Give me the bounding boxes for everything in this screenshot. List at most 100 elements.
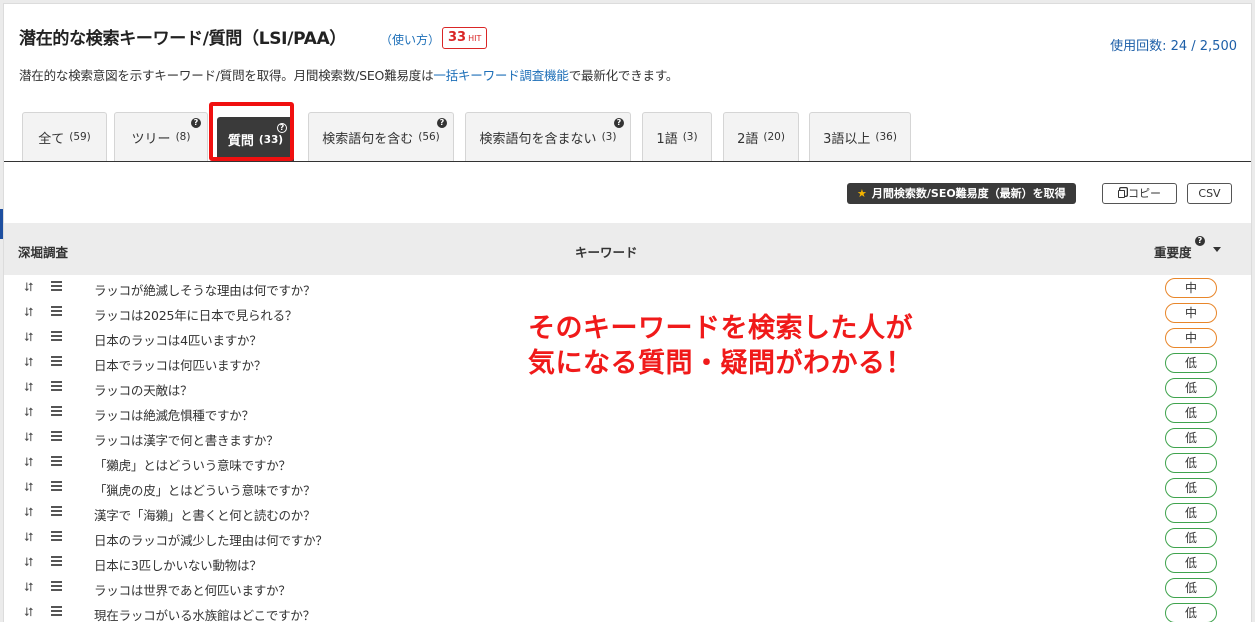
menu-icon[interactable] [51, 456, 62, 468]
tab-one-word[interactable]: 1語 (3) [642, 112, 712, 161]
keyword-text[interactable]: 日本に3匹しかいない動物は？ [94, 555, 262, 574]
retweet-icon[interactable]: ⮃ [24, 305, 34, 319]
tab-excludes-query[interactable]: 検索語句を含まない (3)? [465, 112, 631, 161]
description-text-after: で最新化できます。 [568, 68, 679, 83]
keyword-text[interactable]: 日本でラッコは何匹いますか？ [94, 355, 266, 374]
keyword-text[interactable]: ラッコは絶滅危惧種ですか？ [94, 405, 254, 424]
tab-label: 2語 [737, 131, 759, 147]
tab-count: (20) [763, 131, 785, 143]
help-icon[interactable]: ? [1195, 236, 1205, 246]
retweet-icon[interactable]: ⮃ [24, 430, 34, 444]
tab-count: (59) [69, 131, 91, 143]
hit-badge: 33 HIT [442, 27, 488, 49]
hit-label: HIT [468, 34, 482, 43]
importance-badge: 低 [1165, 503, 1217, 523]
annotation-line-1: そのキーワードを検索した人が [528, 313, 913, 344]
retweet-icon[interactable]: ⮃ [24, 355, 34, 369]
annotation-line-2: 気になる質問・疑問がわかる！ [528, 348, 913, 379]
table-row: ⮃ 「猟虎の皮」とはどういう意味ですか？ 低 [4, 475, 1251, 500]
filter-tabs: 全て (59) ツリー (8)? 質問 (33)? 検索語句を含む (56)? 検索語句… [4, 111, 1251, 162]
tab-label: ツリー [131, 131, 171, 147]
copy-icon [1118, 190, 1125, 198]
help-icon[interactable]: ? [614, 118, 624, 128]
help-icon[interactable]: ? [277, 123, 287, 133]
lsi-paa-panel: 潜在的な検索キーワード/質問（LSI/PAA） （使い方） 33 HIT 使用回数… [3, 3, 1252, 622]
importance-badge: 低 [1165, 478, 1217, 498]
keyword-text[interactable]: ラッコは世界であと何匹いますか？ [94, 580, 291, 599]
retweet-icon[interactable]: ⮃ [24, 280, 34, 294]
menu-icon[interactable] [51, 331, 62, 343]
table-row: ⮃ 漢字で「海獺」と書くと何と読むのか？ 低 [4, 500, 1251, 525]
column-keyword: キーワード [575, 245, 638, 260]
tab-two-words[interactable]: 2語 (20) [723, 112, 799, 161]
table-row: ⮃ ラッコは世界であと何匹いますか？ 低 [4, 575, 1251, 600]
importance-badge: 中 [1165, 278, 1217, 298]
importance-badge: 低 [1165, 578, 1217, 598]
keyword-text[interactable]: 日本のラッコは4匹いますか？ [94, 330, 262, 349]
tab-questions[interactable]: 質問 (33)? [217, 117, 294, 161]
menu-icon[interactable] [51, 406, 62, 418]
retweet-icon[interactable]: ⮃ [24, 480, 34, 494]
table-row: ⮃ ラッコは漢字で何と書きますか？ 低 [4, 425, 1251, 450]
menu-icon[interactable] [51, 531, 62, 543]
tab-label: 検索語句を含む [322, 131, 414, 147]
table-header: 深堀調査 キーワード 重要度? [4, 223, 1251, 275]
tab-label: 3語以上 [823, 131, 871, 147]
keyword-text[interactable]: ラッコは2025年に日本で見られる？ [94, 305, 297, 324]
retweet-icon[interactable]: ⮃ [24, 455, 34, 469]
menu-icon[interactable] [51, 431, 62, 443]
retweet-icon[interactable]: ⮃ [24, 605, 34, 619]
tab-tree[interactable]: ツリー (8)? [114, 112, 208, 161]
table-row: ⮃ 日本に3匹しかいない動物は？ 低 [4, 550, 1251, 575]
retweet-icon[interactable]: ⮃ [24, 380, 34, 394]
tab-count: (36) [875, 131, 897, 143]
description: 潜在的な検索意図を示すキーワード/質問を取得。月間検索数/SEO難易度は一括キー… [19, 65, 678, 84]
retweet-icon[interactable]: ⮃ [24, 505, 34, 519]
column-importance[interactable]: 重要度? [1154, 236, 1221, 261]
column-research: 深堀調査 [18, 245, 69, 260]
table-row: ⮃ 「獺虎」とはどういう意味ですか？ 低 [4, 450, 1251, 475]
keyword-text[interactable]: ラッコが絶滅しそうな理由は何ですか？ [94, 280, 316, 299]
keyword-text[interactable]: 漢字で「海獺」と書くと何と読むのか？ [94, 505, 316, 524]
retweet-icon[interactable]: ⮃ [24, 580, 34, 594]
keyword-text[interactable]: 現在ラッコがいる水族館はどこですか？ [94, 605, 315, 622]
tab-label: 全て [38, 131, 65, 147]
copy-button[interactable]: コピー [1102, 183, 1177, 204]
menu-icon[interactable] [51, 606, 62, 618]
fetch-metrics-button[interactable]: ★ 月間検索数/SEO難易度（最新）を取得 [847, 183, 1076, 204]
retweet-icon[interactable]: ⮃ [24, 330, 34, 344]
keyword-text[interactable]: 「獺虎」とはどういう意味ですか？ [94, 455, 291, 474]
keyword-text[interactable]: 「猟虎の皮」とはどういう意味ですか？ [94, 480, 316, 499]
tab-all[interactable]: 全て (59) [22, 112, 107, 161]
importance-badge: 中 [1165, 303, 1217, 323]
menu-icon[interactable] [51, 481, 62, 493]
help-icon[interactable]: ? [437, 118, 447, 128]
table-row: ⮃ 現在ラッコがいる水族館はどこですか？ 低 [4, 600, 1251, 622]
tab-three-plus-words[interactable]: 3語以上 (36) [809, 112, 911, 161]
tab-label: 質問 [227, 134, 254, 149]
caret-down-icon[interactable] [1213, 247, 1221, 252]
menu-icon[interactable] [51, 356, 62, 368]
csv-button[interactable]: CSV [1187, 183, 1232, 204]
help-icon[interactable]: ? [191, 118, 201, 128]
retweet-icon[interactable]: ⮃ [24, 405, 34, 419]
menu-icon[interactable] [51, 506, 62, 518]
howto-link[interactable]: （使い方） [380, 31, 440, 48]
tab-contains-query[interactable]: 検索語句を含む (56)? [308, 112, 454, 161]
menu-icon[interactable] [51, 281, 62, 293]
bulk-keyword-research-link[interactable]: 一括キーワード調査機能 [433, 68, 569, 83]
importance-badge: 低 [1165, 403, 1217, 423]
tab-count: (33) [258, 133, 284, 146]
importance-badge: 低 [1165, 603, 1217, 622]
keyword-text[interactable]: ラッコの天敵は？ [94, 380, 193, 399]
menu-icon[interactable] [51, 581, 62, 593]
keyword-text[interactable]: ラッコは漢字で何と書きますか？ [94, 430, 279, 449]
menu-icon[interactable] [51, 306, 62, 318]
retweet-icon[interactable]: ⮃ [24, 555, 34, 569]
copy-label: コピー [1128, 187, 1161, 200]
importance-badge: 低 [1165, 453, 1217, 473]
keyword-text[interactable]: 日本のラッコが減少した理由は何ですか？ [94, 530, 328, 549]
menu-icon[interactable] [51, 381, 62, 393]
retweet-icon[interactable]: ⮃ [24, 530, 34, 544]
menu-icon[interactable] [51, 556, 62, 568]
